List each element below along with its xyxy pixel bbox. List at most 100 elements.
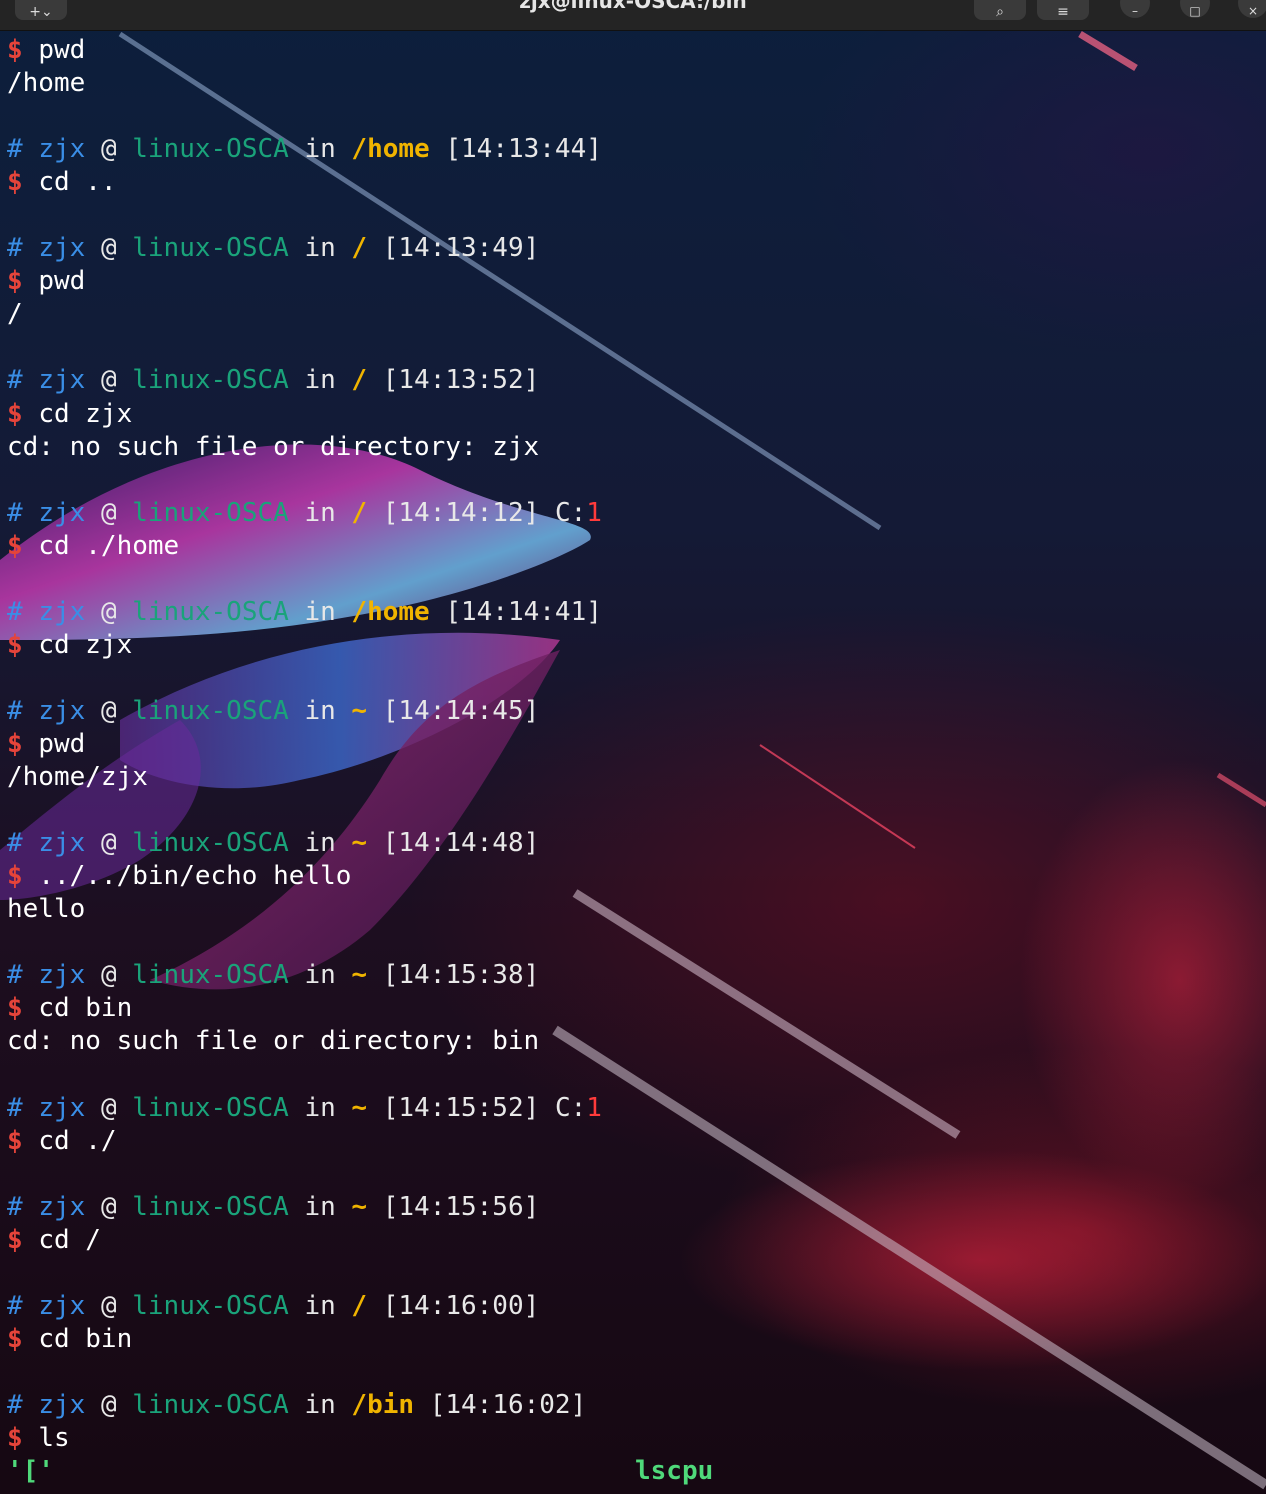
output-line: /home [7, 67, 1262, 100]
prompt-hash: # [7, 365, 23, 396]
terminal-output[interactable]: $ pwd/home # zjx @ linux-OSCA in /home [1… [7, 34, 1262, 1488]
search-icon: ⌕ [996, 4, 1004, 20]
output-line: / [7, 298, 1262, 331]
prompt-timestamp: [14:15:38] [382, 960, 540, 991]
prompt-at: @ [100, 1389, 117, 1420]
prompt-in: in [304, 1290, 336, 1321]
exit-code-value: 1 [586, 1092, 602, 1123]
prompt-dollar: $ [7, 266, 23, 297]
prompt-directory: ~ [351, 828, 368, 859]
prompt-timestamp: [14:13:52] [382, 365, 540, 396]
output-line: /home/zjx [7, 761, 1262, 794]
exit-code-label: C: [554, 497, 587, 528]
prompt-directory: / [351, 365, 368, 396]
command-line: $ cd zjx [7, 629, 1262, 662]
prompt-directory: /home [351, 134, 430, 165]
prompt-line: # zjx @ linux-OSCA in ~ [14:15:52] C:1 [7, 1092, 1262, 1125]
prompt-at: @ [100, 1290, 117, 1321]
maximize-button[interactable]: □ [1180, 0, 1210, 18]
prompt-directory: / [351, 497, 368, 528]
prompt-hash: # [7, 1290, 23, 1321]
close-icon: × [1247, 4, 1259, 18]
output-line: hello [7, 893, 1262, 926]
command-line: $ ls [7, 1422, 1262, 1455]
close-button[interactable]: × [1238, 0, 1266, 18]
minimize-button[interactable]: – [1120, 0, 1150, 18]
prompt-timestamp: [14:15:52] [382, 1092, 540, 1123]
prompt-at: @ [100, 695, 117, 726]
prompt-hash: # [7, 596, 23, 627]
command-text: cd zjx [38, 398, 133, 429]
prompt-in: in [304, 1389, 336, 1420]
command-line: $ cd / [7, 1224, 1262, 1257]
maximize-icon: □ [1189, 4, 1201, 18]
output-text: /home [7, 68, 86, 99]
menu-button[interactable]: ≡ [1037, 0, 1089, 20]
command-line: $ cd ./ [7, 1125, 1262, 1158]
prompt-host: linux-OSCA [132, 497, 289, 528]
command-text: cd zjx [38, 629, 133, 660]
command-line: $ cd bin [7, 992, 1262, 1025]
prompt-host: linux-OSCA [132, 233, 289, 264]
minimize-icon: – [1132, 4, 1138, 18]
prompt-line: # zjx @ linux-OSCA in ~ [14:14:48] [7, 827, 1262, 860]
prompt-user: zjx [38, 695, 86, 726]
prompt-timestamp: [14:16:00] [382, 1290, 540, 1321]
command-text: cd ./ [38, 1125, 117, 1156]
prompt-timestamp: [14:14:48] [382, 828, 540, 859]
prompt-directory: /bin [351, 1389, 415, 1420]
prompt-directory: ~ [351, 1191, 368, 1222]
prompt-host: linux-OSCA [132, 134, 289, 165]
prompt-directory: / [351, 1290, 368, 1321]
prompt-dollar: $ [7, 861, 23, 892]
prompt-dollar: $ [7, 35, 23, 65]
prompt-host: linux-OSCA [132, 1191, 289, 1222]
hamburger-icon: ≡ [1057, 4, 1069, 20]
command-line: $ cd ./home [7, 530, 1262, 563]
command-text: cd ./home [38, 530, 180, 561]
command-text: ../../bin/echo hello [38, 861, 352, 892]
prompt-dollar: $ [7, 1125, 23, 1156]
prompt-host: linux-OSCA [132, 1290, 289, 1321]
prompt-timestamp: [14:14:41] [445, 596, 602, 627]
prompt-at: @ [100, 828, 117, 859]
command-text: cd / [38, 1224, 101, 1255]
prompt-dollar: $ [7, 629, 23, 660]
prompt-dollar: $ [7, 167, 23, 198]
prompt-line: # zjx @ linux-OSCA in ~ [14:14:45] [7, 695, 1262, 728]
prompt-line: # zjx @ linux-OSCA in /home [14:14:41] [7, 596, 1262, 629]
prompt-user: zjx [38, 1191, 86, 1222]
prompt-timestamp: [14:15:56] [382, 1191, 540, 1222]
command-text: cd bin [38, 993, 133, 1024]
prompt-hash: # [7, 134, 23, 165]
output-text: cd: no such file or directory: bin [7, 1026, 540, 1057]
prompt-directory: ~ [351, 695, 368, 726]
command-text: cd .. [38, 167, 117, 198]
prompt-host: linux-OSCA [132, 1389, 289, 1420]
command-text: ls [38, 1422, 70, 1453]
prompt-in: in [304, 1191, 336, 1222]
prompt-hash: # [7, 1191, 23, 1222]
prompt-line: # zjx @ linux-OSCA in / [14:16:00] [7, 1290, 1262, 1323]
prompt-user: zjx [38, 1389, 86, 1420]
prompt-hash: # [7, 828, 23, 859]
output-line: cd: no such file or directory: zjx [7, 431, 1262, 464]
ls-entry: '[' [7, 1456, 54, 1487]
search-button[interactable]: ⌕ [974, 0, 1026, 20]
prompt-in: in [304, 1092, 336, 1123]
prompt-timestamp: [14:14:12] [382, 497, 540, 528]
prompt-directory: ~ [351, 1092, 368, 1123]
prompt-in: in [304, 828, 336, 859]
command-line: $ cd bin [7, 1323, 1262, 1356]
command-line: $ cd .. [7, 166, 1262, 199]
command-text: pwd [38, 266, 86, 297]
prompt-dollar: $ [7, 1422, 23, 1453]
prompt-directory: ~ [351, 960, 368, 991]
